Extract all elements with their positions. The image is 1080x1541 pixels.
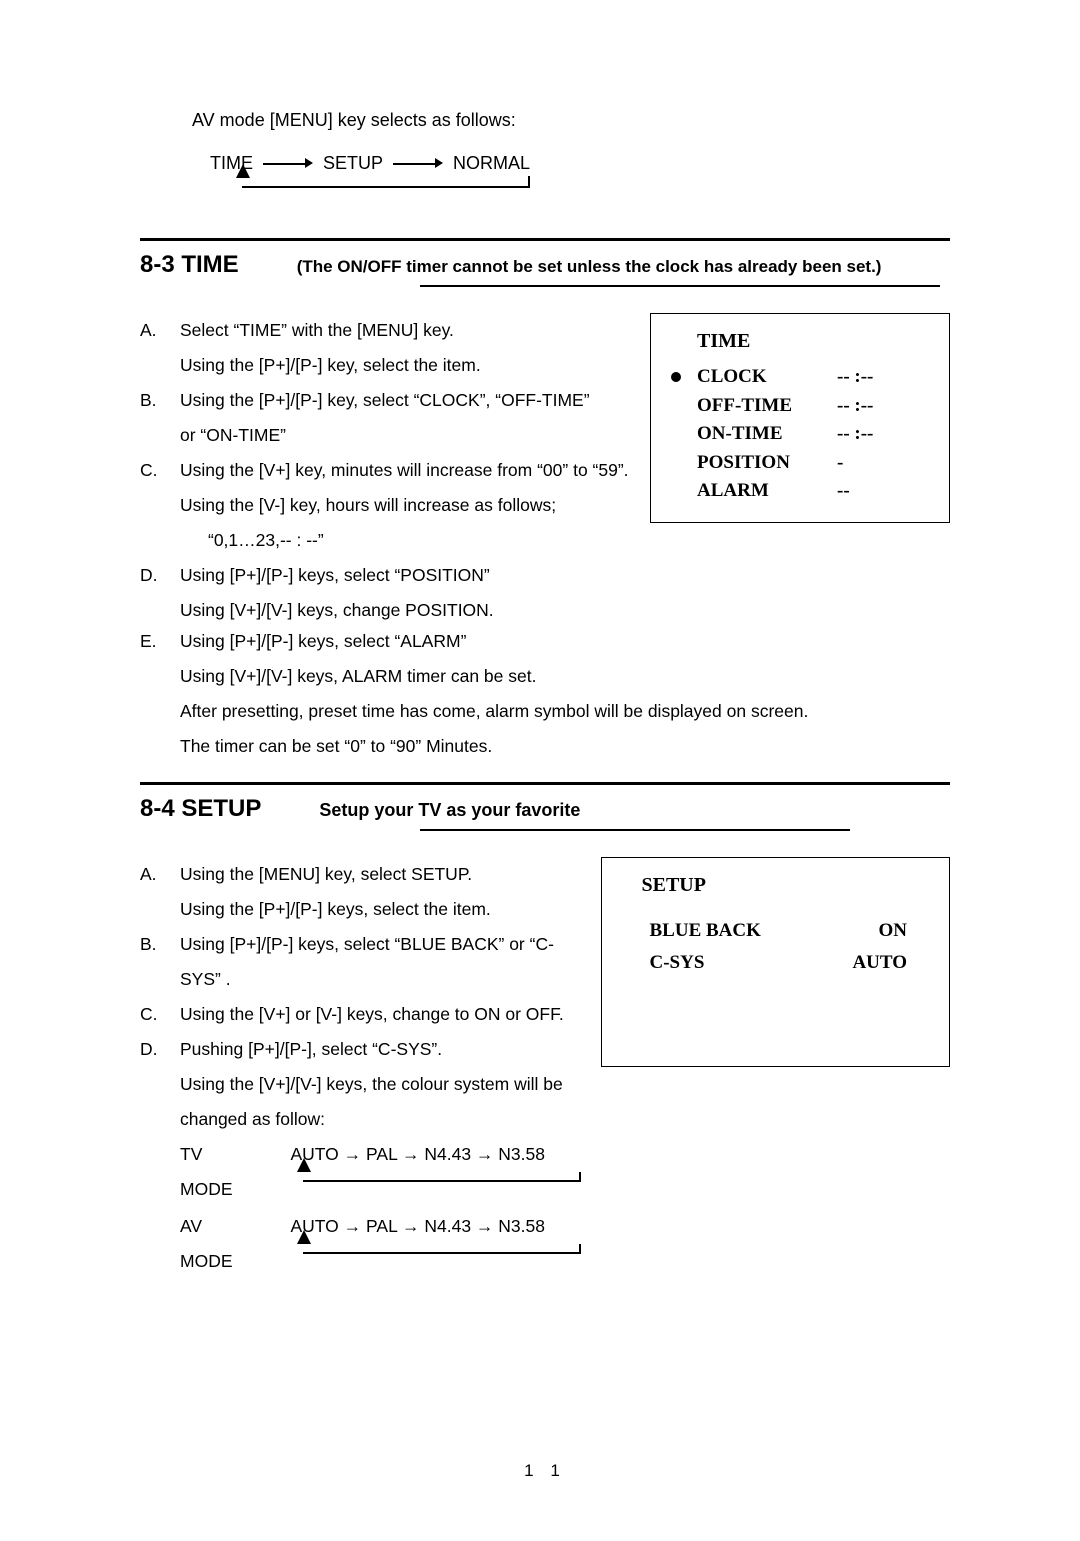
step-label: B. xyxy=(140,927,162,997)
step-text: Using [P+]/[P-] keys, select “ALARM” xyxy=(180,624,950,659)
panel-key: ALARM xyxy=(697,477,837,506)
step-text: Using the [V+] or [V-] keys, change to O… xyxy=(180,997,581,1032)
section-title: 8-4 SETUP xyxy=(140,795,261,823)
section-8-4-body: A. Using the [MENU] key, select SETUP. Us… xyxy=(140,857,950,1281)
panel-key: OFF-TIME xyxy=(697,392,837,421)
step-text: Using [V+]/[V-] keys, ALARM timer can be… xyxy=(180,659,950,694)
av-mode-label: AV MODE xyxy=(180,1209,233,1279)
panel-key: ON-TIME xyxy=(697,420,837,449)
panel-value: - xyxy=(837,449,843,478)
step-text: Using the [V+]/[V-] keys, the colour sys… xyxy=(180,1067,581,1102)
step-text: Pushing [P+]/[P-], select “C-SYS”. xyxy=(180,1032,581,1067)
step-text: Using the [V+] key, minutes will increas… xyxy=(180,453,630,488)
panel-value: ON xyxy=(879,915,908,947)
bullet-icon xyxy=(671,372,681,382)
section-divider xyxy=(140,782,950,785)
loop-arrow-icon xyxy=(291,1170,581,1192)
panel-title: SETUP xyxy=(642,874,930,897)
panel-value: -- :-- xyxy=(837,392,873,421)
panel-title: TIME xyxy=(697,330,929,353)
section-8-4-header: 8-4 SETUP Setup your TV as your favorite xyxy=(140,795,950,823)
steps-8-3-cont: E. Using [P+]/[P-] keys, select “ALARM” U… xyxy=(140,624,950,764)
time-osd-panel: TIME CLOCK-- :-- OFF-TIME-- :-- ON-TIME-… xyxy=(650,313,950,523)
mode-flow: TIME SETUP NORMAL xyxy=(210,153,950,174)
step-text: Using [V+]/[V-] keys, change POSITION. xyxy=(180,593,630,628)
tv-mode-label: TV MODE xyxy=(180,1137,233,1207)
steps-8-4: A. Using the [MENU] key, select SETUP. Us… xyxy=(140,857,581,1281)
loop-arrow-icon xyxy=(230,176,530,198)
step-text: changed as follow: xyxy=(180,1102,581,1137)
page-number: 1 1 xyxy=(140,1461,950,1481)
step-label: D. xyxy=(140,558,162,593)
panel-key: BLUE BACK xyxy=(650,915,761,947)
step-text: Using [P+]/[P-] keys, select “BLUE BACK”… xyxy=(180,927,581,997)
section-8-3-body: A. Select “TIME” with the [MENU] key. Usi… xyxy=(140,313,950,628)
section-8-3-header: 8-3 TIME (The ON/OFF timer cannot be set… xyxy=(140,251,950,279)
mode-chains: TV MODE AUTO → PAL → N4.43 → N3.58 AV MO… xyxy=(180,1137,581,1279)
step-label: A. xyxy=(140,313,162,348)
panel-value: -- xyxy=(837,477,850,506)
arrow-right-icon xyxy=(263,159,313,169)
step-text: “0,1…23,-- : --” xyxy=(208,523,630,558)
setup-osd-panel: SETUP BLUE BACK ON C-SYS AUTO xyxy=(601,857,951,1067)
step-label: C. xyxy=(140,997,162,1032)
arrow-right-icon xyxy=(393,159,443,169)
section-subtitle: Setup your TV as your favorite xyxy=(319,800,580,821)
sub-divider xyxy=(420,829,850,831)
section-divider xyxy=(140,238,950,241)
flow-setup: SETUP xyxy=(323,153,383,174)
step-text: Using the [P+]/[P-] keys, select the ite… xyxy=(180,892,581,927)
step-text: After presetting, preset time has come, … xyxy=(180,694,950,729)
step-label: B. xyxy=(140,383,162,418)
step-text: Select “TIME” with the [MENU] key. xyxy=(180,313,630,348)
intro-text: AV mode [MENU] key selects as follows: xyxy=(192,110,950,131)
section-title: 8-3 TIME xyxy=(140,251,239,279)
step-label: D. xyxy=(140,1032,162,1067)
document-page: AV mode [MENU] key selects as follows: T… xyxy=(0,0,1080,1541)
step-label: E. xyxy=(140,624,162,659)
step-label: A. xyxy=(140,857,162,892)
loop-arrow-icon xyxy=(291,1242,581,1264)
step-label: C. xyxy=(140,453,162,488)
panel-value: -- :-- xyxy=(837,363,873,392)
step-text: Using the [P+]/[P-] key, select the item… xyxy=(180,348,630,383)
steps-8-3: A. Select “TIME” with the [MENU] key. Usi… xyxy=(140,313,630,628)
step-text: Using [P+]/[P-] keys, select “POSITION” xyxy=(180,558,630,593)
panel-key: C-SYS xyxy=(650,947,705,979)
panel-value: -- :-- xyxy=(837,420,873,449)
step-text: Using the [MENU] key, select SETUP. xyxy=(180,857,581,892)
panel-value: AUTO xyxy=(852,947,907,979)
flow-normal: NORMAL xyxy=(453,153,530,174)
chain-text: AUTO → PAL → N4.43 → N3.58 xyxy=(291,1137,581,1172)
sub-divider xyxy=(420,285,940,287)
step-text: The timer can be set “0” to “90” Minutes… xyxy=(180,729,950,764)
panel-key: CLOCK xyxy=(697,363,837,392)
section-subtitle: (The ON/OFF timer cannot be set unless t… xyxy=(297,257,882,277)
step-text: Using the [V-] key, hours will increase … xyxy=(180,488,630,523)
chain-text: AUTO → PAL → N4.43 → N3.58 xyxy=(291,1209,581,1244)
step-text: Using the [P+]/[P-] key, select “CLOCK”,… xyxy=(180,383,630,418)
panel-key: POSITION xyxy=(697,449,837,478)
step-text: or “ON-TIME” xyxy=(180,418,630,453)
